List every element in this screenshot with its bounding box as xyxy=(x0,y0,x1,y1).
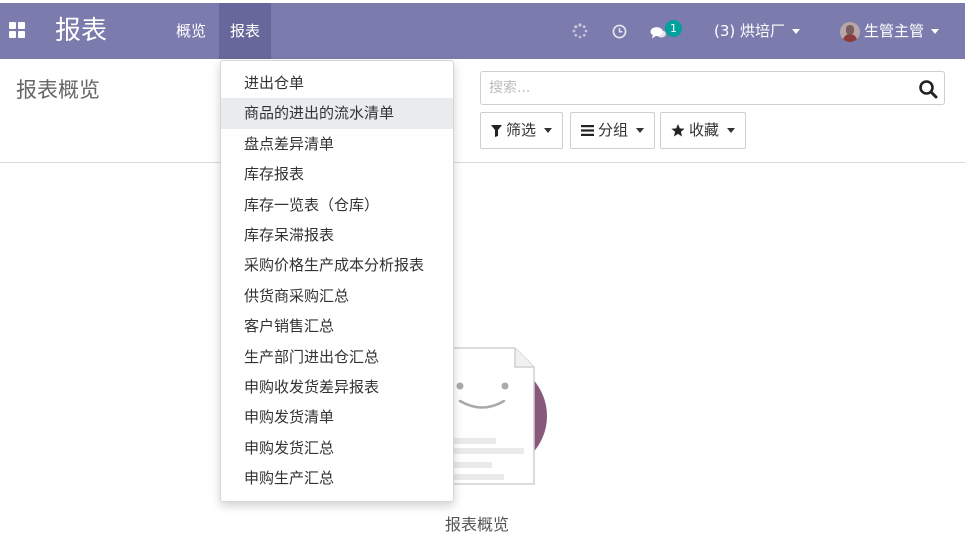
menu-item-stock-in-out[interactable]: 进出仓单 xyxy=(221,68,453,98)
menu-item-requisition-difference[interactable]: 申购收发货差异报表 xyxy=(221,372,453,402)
menu-item-label: 进出仓单 xyxy=(244,74,305,92)
page-title: 报表概览 xyxy=(16,78,100,102)
chevron-down-icon xyxy=(792,29,801,34)
menu-reports-label: 报表 xyxy=(230,22,261,40)
loading-spinner-icon xyxy=(572,23,588,39)
menu-item-label: 库存报表 xyxy=(244,165,305,184)
reports-dropdown-menu: 进出仓单 商品的进出的流水清单 盘点差异清单 库存报表 库存一览表（仓库） 库存… xyxy=(220,60,454,502)
menu-item-inventory-difference[interactable]: 盘点差异清单 xyxy=(221,129,453,159)
chevron-down-icon xyxy=(544,128,553,133)
menu-item-label: 生产部门进出仓汇总 xyxy=(244,347,380,366)
app-title: 报表 xyxy=(55,16,108,46)
menu-item-customer-sales-summary[interactable]: 客户销售汇总 xyxy=(221,311,453,341)
star-icon xyxy=(671,124,685,137)
menu-item-label: 采购价格生产成本分析报表 xyxy=(244,256,425,275)
menu-item-requisition-delivery-list[interactable]: 申购发货清单 xyxy=(221,402,453,432)
user-menu[interactable]: 生管主管 xyxy=(864,3,940,59)
apps-grid-icon[interactable] xyxy=(9,22,25,38)
menu-item-product-movement-list[interactable]: 商品的进出的流水清单 xyxy=(221,98,453,129)
company-name: (3) 烘培厂 xyxy=(714,22,786,40)
filters-button[interactable]: 筛选 xyxy=(480,112,564,149)
chevron-down-icon xyxy=(636,128,645,133)
chevron-down-icon xyxy=(931,29,940,34)
empty-state-label: 报表概览 xyxy=(445,515,510,534)
menu-item-requisition-delivery-summary[interactable]: 申购发货汇总 xyxy=(221,433,453,463)
menu-item-label: 库存一览表（仓库） xyxy=(244,195,380,214)
menu-reports[interactable]: 报表 xyxy=(219,3,272,59)
favorites-button[interactable]: 收藏 xyxy=(660,112,747,149)
group-by-button[interactable]: 分组 xyxy=(570,112,656,149)
menu-item-requisition-production-summary[interactable]: 申购生产汇总 xyxy=(221,463,453,493)
menu-item-label: 申购发货汇总 xyxy=(244,438,335,457)
menu-item-slow-stock-report[interactable]: 库存呆滞报表 xyxy=(221,220,453,250)
menu-item-label: 申购发货清单 xyxy=(244,408,335,427)
menu-item-stock-overview-warehouse[interactable]: 库存一览表（仓库） xyxy=(221,190,453,220)
menu-item-label: 库存呆滞报表 xyxy=(244,225,335,244)
group-by-label: 分组 xyxy=(598,121,629,139)
menu-item-label: 盘点差异清单 xyxy=(244,134,335,153)
control-panel: 报表概览 筛选 分组 收藏 xyxy=(0,59,965,163)
search-input[interactable] xyxy=(489,78,909,98)
search-box xyxy=(480,71,945,105)
user-name: 生管主管 xyxy=(864,22,925,40)
menu-item-supplier-purchase-summary[interactable]: 供货商采购汇总 xyxy=(221,281,453,311)
top-navbar: 报表 概览 报表 1 (3) 烘培厂 生管主管 xyxy=(0,3,965,59)
menu-item-stock-report[interactable]: 库存报表 xyxy=(221,159,453,189)
menu-item-label: 申购生产汇总 xyxy=(244,469,335,488)
chat-badge: 1 xyxy=(665,20,682,37)
menu-overview-label: 概览 xyxy=(176,22,207,40)
menu-overview[interactable]: 概览 xyxy=(165,3,217,59)
favorites-label: 收藏 xyxy=(689,121,720,139)
user-avatar[interactable] xyxy=(840,22,860,42)
menu-item-label: 客户销售汇总 xyxy=(244,317,335,336)
menu-item-label: 供货商采购汇总 xyxy=(244,286,350,305)
activity-clock-icon[interactable] xyxy=(612,24,627,39)
search-icon[interactable] xyxy=(918,79,938,99)
menu-item-production-dept-summary[interactable]: 生产部门进出仓汇总 xyxy=(221,342,453,372)
company-switcher[interactable]: (3) 烘培厂 xyxy=(714,3,801,59)
menu-item-cost-analysis[interactable]: 采购价格生产成本分析报表 xyxy=(221,250,453,280)
list-icon xyxy=(581,125,594,136)
filters-label: 筛选 xyxy=(506,121,537,139)
menu-item-label: 申购收发货差异报表 xyxy=(244,377,380,396)
chevron-down-icon xyxy=(727,128,736,133)
filter-icon xyxy=(491,124,502,137)
menu-item-label: 商品的进出的流水清单 xyxy=(244,104,395,123)
